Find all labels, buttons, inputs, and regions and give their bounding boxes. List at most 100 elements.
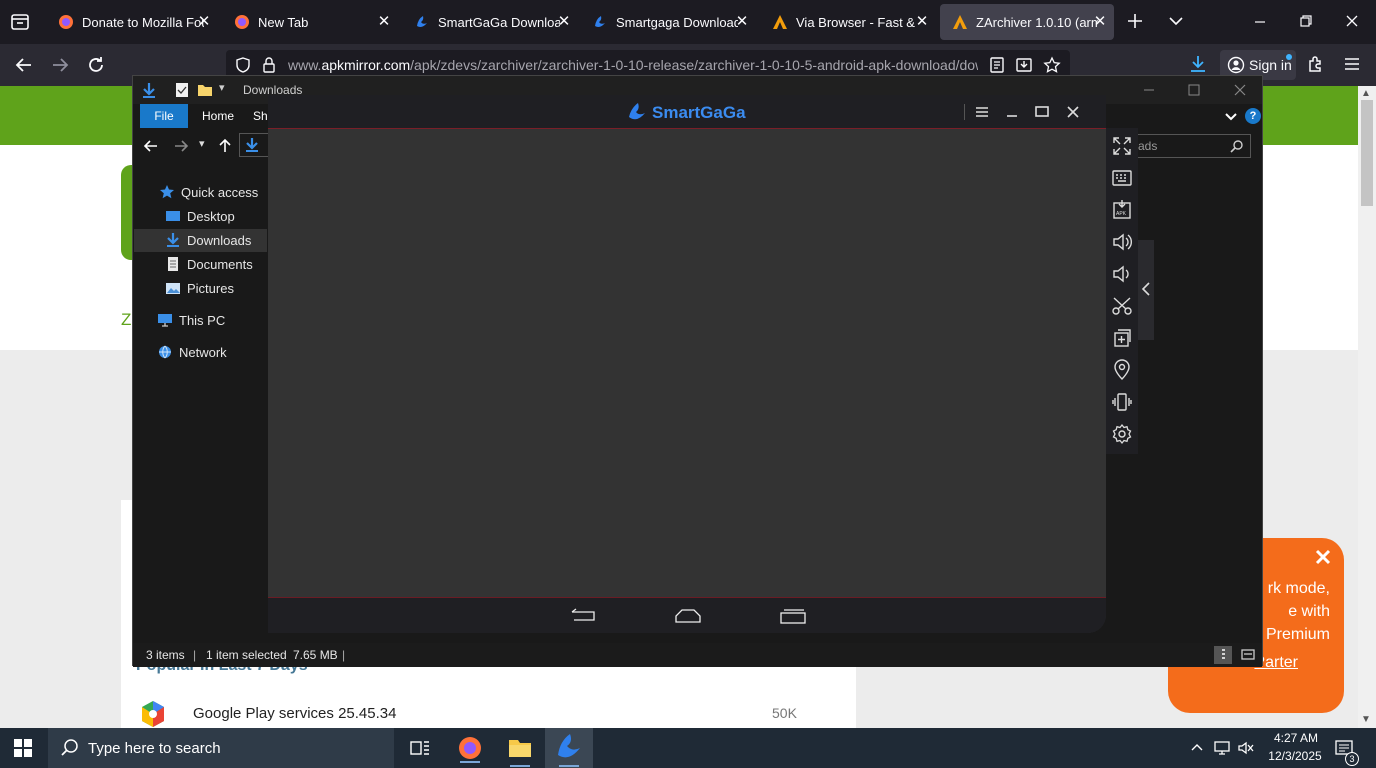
quick-access-toolbar-dropdown-icon[interactable]: ▾ [219, 81, 225, 94]
browser-tab[interactable]: New Tab ✕ [222, 4, 398, 40]
tab-close-icon[interactable]: ✕ [196, 14, 212, 30]
emulator-maximize-icon[interactable] [1034, 104, 1050, 120]
downloads-icon[interactable] [1188, 54, 1208, 74]
nav-pictures[interactable]: Pictures [165, 280, 234, 296]
hidden-icons-chevron-icon[interactable] [1189, 740, 1205, 756]
up-arrow-icon[interactable] [217, 138, 233, 154]
list-tabs-icon[interactable] [1167, 12, 1185, 30]
file-explorer-taskbar-icon[interactable] [496, 728, 544, 768]
browser-tab[interactable]: Smartgaga Downloads ✕ [580, 4, 756, 40]
emulator-minimize-icon[interactable] [1004, 104, 1020, 120]
firefox-view-icon[interactable] [10, 12, 30, 32]
network-status-icon[interactable] [1213, 740, 1231, 756]
ribbon-tab-home[interactable]: Home [193, 104, 243, 128]
url-text[interactable]: www.apkmirror.com/apk/zdevs/zarchiver/za… [288, 57, 978, 73]
reload-icon[interactable] [86, 55, 106, 75]
explorer-close-icon[interactable] [1232, 82, 1248, 98]
keyboard-icon[interactable] [1110, 166, 1134, 190]
explorer-minimize-icon[interactable] [1141, 82, 1157, 98]
explorer-maximize-icon[interactable] [1186, 82, 1202, 98]
android-home-icon[interactable] [673, 608, 703, 624]
address-bar[interactable] [239, 133, 269, 157]
nav-desktop[interactable]: Desktop [165, 208, 235, 224]
tab-title: SmartGaGa Download [438, 14, 560, 30]
settings-gear-icon[interactable] [1110, 422, 1134, 446]
taskbar-search-box[interactable]: Type here to search [48, 728, 394, 768]
lock-icon[interactable] [260, 56, 278, 74]
ribbon-tab-file[interactable]: File [140, 104, 188, 128]
new-tab-icon[interactable] [1126, 12, 1144, 30]
scrollbar-thumb[interactable] [1361, 100, 1373, 206]
nav-network[interactable]: Network [157, 344, 227, 360]
recent-locations-icon[interactable]: ▾ [199, 137, 205, 150]
bookmark-star-icon[interactable] [1043, 56, 1061, 74]
promo-close-icon[interactable] [1314, 548, 1332, 566]
help-icon[interactable]: ? [1245, 108, 1261, 124]
toolbar-collapse-tab[interactable] [1138, 240, 1154, 340]
minimize-icon[interactable] [1251, 12, 1269, 30]
android-recents-icon[interactable] [778, 608, 808, 624]
details-view-icon[interactable] [1214, 646, 1232, 664]
tab-close-icon[interactable]: ✕ [734, 14, 750, 30]
status-separator: | [193, 648, 197, 662]
extensions-icon[interactable] [1306, 54, 1326, 74]
reader-view-icon[interactable] [988, 56, 1006, 74]
search-icon[interactable] [1230, 139, 1244, 153]
browser-tab-active[interactable]: ZArchiver 1.0.10 (arm6 ✕ [940, 4, 1114, 40]
tab-close-icon[interactable]: ✕ [376, 14, 392, 30]
tab-close-icon[interactable]: ✕ [914, 14, 930, 30]
smartgaga-taskbar-icon[interactable] [545, 728, 593, 768]
browser-tab[interactable]: Donate to Mozilla Foun ✕ [46, 4, 218, 40]
volume-down-icon[interactable] [1110, 262, 1134, 286]
clock-time[interactable]: 4:27 AM [1266, 731, 1326, 745]
emulator-title-bar[interactable]: SmartGaGa [268, 95, 1106, 129]
tab-close-icon[interactable]: ✕ [556, 14, 572, 30]
scroll-down-icon[interactable]: ▼ [1361, 714, 1371, 725]
explorer-back-icon[interactable] [143, 138, 159, 154]
install-apk-icon[interactable]: APK [1110, 198, 1134, 222]
new-folder-icon[interactable] [197, 82, 213, 98]
emulator-brand: SmartGaGa [652, 103, 746, 122]
back-arrow-icon[interactable] [14, 55, 34, 75]
browser-tab[interactable]: SmartGaGa Download ✕ [402, 4, 578, 40]
tracking-shield-icon[interactable] [234, 56, 252, 74]
large-icons-view-icon[interactable] [1239, 646, 1257, 664]
nav-documents[interactable]: Documents [165, 256, 253, 272]
nav-quick-access[interactable]: Quick access [159, 184, 258, 200]
android-back-icon[interactable] [568, 608, 598, 624]
scroll-up-icon[interactable]: ▲ [1361, 88, 1371, 99]
location-pin-icon[interactable] [1110, 358, 1134, 382]
fullscreen-icon[interactable] [1110, 134, 1134, 158]
pictures-icon [165, 280, 181, 296]
chevron-left-icon[interactable] [1140, 282, 1152, 296]
multi-instance-icon[interactable] [1110, 326, 1134, 350]
shake-vibrate-icon[interactable] [1110, 390, 1134, 414]
restore-icon[interactable] [1297, 12, 1315, 30]
emulator-screen[interactable] [268, 129, 1106, 597]
volume-muted-icon[interactable] [1237, 740, 1255, 756]
forward-arrow-icon[interactable] [50, 55, 70, 75]
menu-hamburger-icon[interactable] [1342, 54, 1362, 74]
emulator-close-icon[interactable] [1065, 104, 1081, 120]
explorer-forward-icon[interactable] [173, 138, 189, 154]
nav-downloads[interactable]: Downloads [165, 232, 251, 248]
properties-icon[interactable] [175, 82, 189, 98]
tab-close-icon[interactable]: ✕ [1092, 14, 1108, 30]
volume-up-icon[interactable] [1110, 230, 1134, 254]
nav-label: Pictures [187, 280, 234, 296]
smartgaga-icon [592, 14, 608, 30]
install-app-icon[interactable] [1015, 56, 1033, 74]
list-item-name[interactable]: Google Play services 25.45.34 [193, 705, 396, 722]
ribbon-expand-icon[interactable] [1223, 108, 1239, 124]
explorer-status-bar: 3 items | 1 item selected 7.65 MB | [133, 643, 1262, 667]
close-window-icon[interactable] [1343, 12, 1361, 30]
windows-start-icon[interactable] [14, 739, 32, 757]
task-view-icon[interactable] [396, 728, 444, 768]
nav-this-pc[interactable]: This PC [157, 312, 225, 328]
firefox-taskbar-icon[interactable] [446, 728, 494, 768]
emulator-menu-icon[interactable] [974, 104, 990, 120]
search-box[interactable]: ads [1133, 134, 1251, 158]
browser-tab[interactable]: Via Browser - Fast & Li ✕ [760, 4, 936, 40]
clock-date[interactable]: 12/3/2025 [1262, 749, 1328, 763]
screenshot-scissors-icon[interactable] [1110, 294, 1134, 318]
